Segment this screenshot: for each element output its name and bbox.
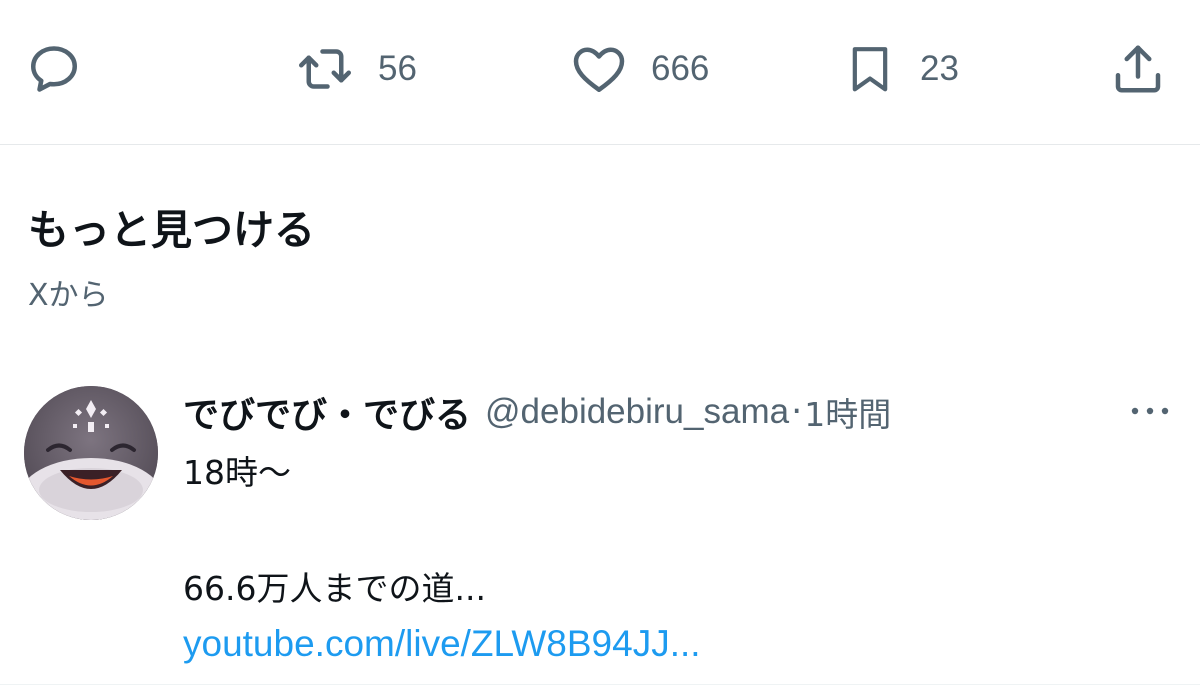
author-avatar[interactable] — [24, 386, 158, 520]
bookmark-button[interactable]: 23 — [842, 38, 959, 100]
retweet-count: 56 — [378, 49, 417, 88]
more-options-icon[interactable] — [1126, 396, 1174, 426]
like-button[interactable]: 666 — [569, 38, 709, 100]
reply-icon — [24, 39, 84, 99]
tweet-author-line: でびでび・でびる @debidebiru_sama · 1時間 — [183, 382, 891, 442]
tweet-link[interactable]: youtube.com/live/ZLW8B94JJ... — [183, 620, 701, 668]
bookmark-icon — [842, 38, 898, 100]
tweet-text-line: 18時〜 — [183, 453, 291, 492]
share-button[interactable] — [1108, 38, 1168, 100]
reply-button[interactable] — [24, 38, 84, 100]
meta-separator: · — [791, 392, 803, 432]
discover-more-title: もっと見つける — [28, 206, 315, 254]
divider — [0, 684, 1200, 685]
tweet-action-bar: 56 666 23 — [0, 0, 1200, 145]
retweet-button[interactable]: 56 — [294, 38, 417, 100]
bookmark-count: 23 — [920, 49, 959, 88]
discover-more-subtitle: Xから — [28, 278, 109, 313]
tweet-timestamp[interactable]: 1時間 — [804, 388, 891, 436]
author-handle[interactable]: @debidebiru_sama — [485, 392, 789, 432]
author-display-name[interactable]: でびでび・でびる — [183, 386, 471, 438]
heart-icon — [569, 39, 629, 99]
share-icon — [1108, 39, 1168, 99]
tweet-text-line: 66.6万人までの道... — [183, 569, 486, 608]
like-count: 666 — [651, 49, 710, 88]
retweet-icon — [294, 39, 356, 99]
